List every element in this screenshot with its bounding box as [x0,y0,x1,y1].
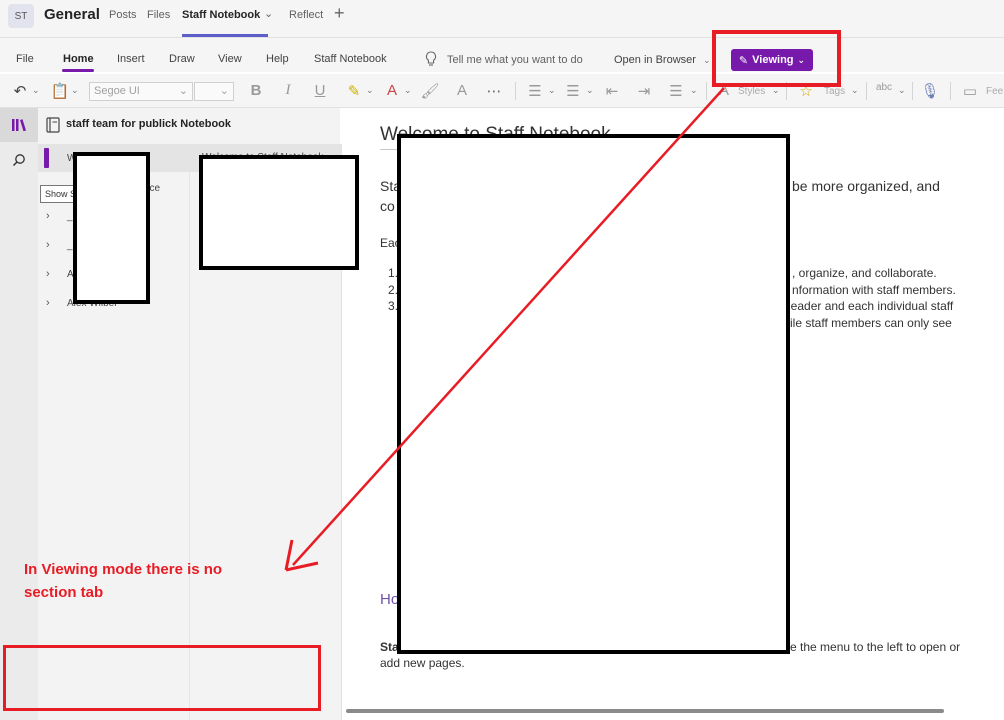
annotation-text: In Viewing mode there is no section tab [24,561,223,601]
annotation-arrow [284,87,725,572]
